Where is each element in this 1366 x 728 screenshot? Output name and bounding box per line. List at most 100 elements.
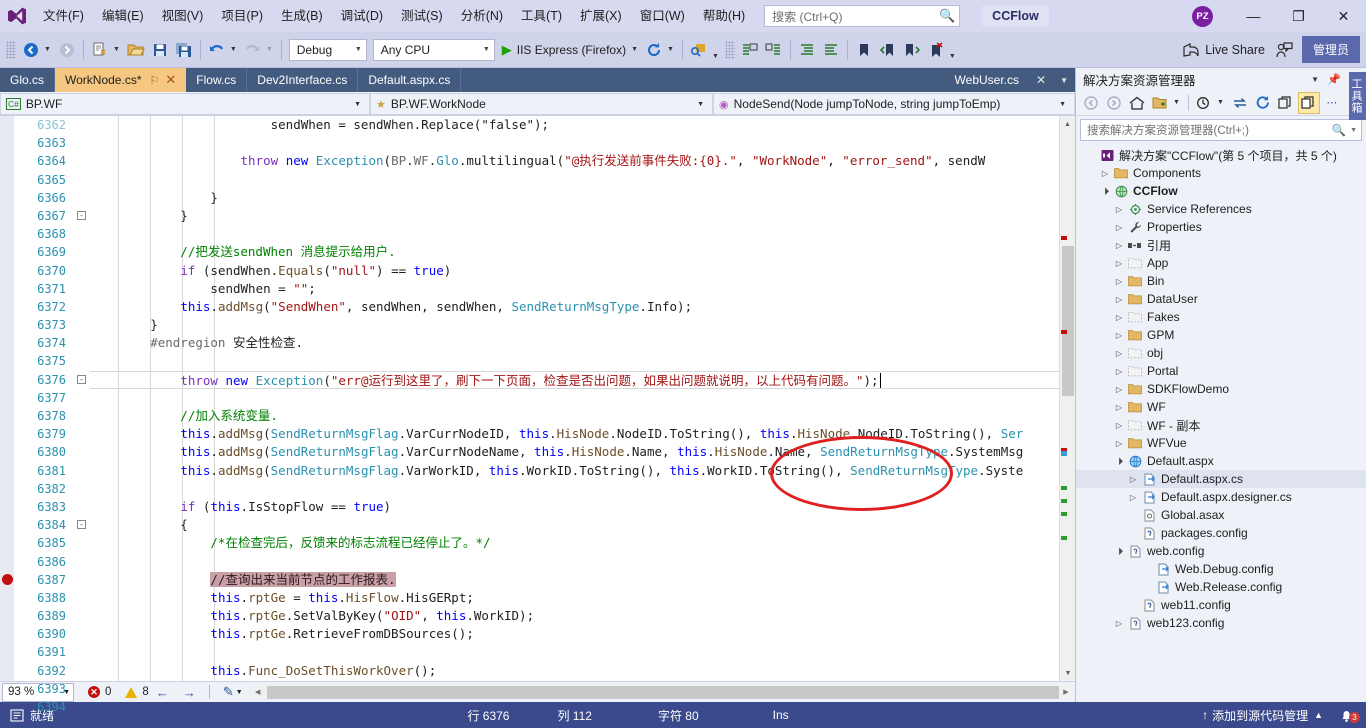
tree-item-wf副本[interactable]: ▷ WF - 副本	[1076, 416, 1366, 434]
code-line[interactable]	[90, 134, 1059, 152]
tree-item-gpm[interactable]: ▷ GPM	[1076, 326, 1366, 344]
source-control-label[interactable]: 添加到源代码管理	[1212, 707, 1312, 724]
menu-item-5[interactable]: 调试(D)	[332, 0, 392, 32]
tab-dev2interfacecs[interactable]: Dev2Interface.cs	[247, 68, 359, 92]
code-line[interactable]	[90, 480, 1059, 498]
minimize-button[interactable]: —	[1231, 0, 1276, 32]
tree-item-properties[interactable]: ▷ Properties	[1076, 218, 1366, 236]
code-line[interactable]: this.rptGe = this.HisFlow.HisGERpt;	[90, 589, 1059, 607]
hot-reload-dropdown-icon[interactable]: ▼	[666, 37, 678, 63]
chevron-right-icon[interactable]: ▷	[1112, 439, 1126, 448]
menu-item-3[interactable]: 项目(P)	[212, 0, 272, 32]
pending-changes-icon[interactable]	[1193, 92, 1215, 114]
chevron-down-icon[interactable]: ◢	[1111, 543, 1127, 559]
tree-item-defaultaspx[interactable]: ◢ Default.aspx	[1076, 452, 1366, 470]
refresh-icon[interactable]	[1252, 92, 1274, 114]
tree-item-webreleaseconfig[interactable]: Web.Release.config	[1076, 578, 1366, 596]
avatar[interactable]: PZ	[1192, 5, 1213, 27]
forward-icon[interactable]	[1103, 92, 1125, 114]
tree-item-obj[interactable]: ▷ obj	[1076, 344, 1366, 362]
close-icon[interactable]: ✕	[165, 72, 176, 88]
solution-explorer-search-input[interactable]: 搜索解决方案资源管理器(Ctrl+;)	[1087, 122, 1332, 138]
close-icon[interactable]: ✕	[1029, 73, 1053, 87]
code-line[interactable]: #endregion 安全性检查.	[90, 334, 1059, 352]
feedback-icon[interactable]	[1272, 37, 1296, 63]
dropdown-icon[interactable]: ▼	[1216, 93, 1228, 113]
start-debug-dropdown-icon[interactable]: ▼	[630, 37, 642, 63]
chevron-right-icon[interactable]: ▷	[1112, 421, 1126, 430]
menu-item-11[interactable]: 帮助(H)	[694, 0, 754, 32]
tree-item-defaultaspxcs[interactable]: ▷ Default.aspx.cs	[1076, 470, 1366, 488]
undo-icon[interactable]	[205, 37, 229, 63]
sync-icon[interactable]	[1229, 92, 1251, 114]
error-count[interactable]: ✕ 0	[88, 686, 111, 698]
chevron-right-icon[interactable]: ▷	[1112, 403, 1126, 412]
uncomment-selection-icon[interactable]	[762, 37, 786, 63]
chevron-right-icon[interactable]: ▷	[1112, 313, 1126, 322]
code-line[interactable]: this.addMsg("SendWhen", sendWhen, sendWh…	[90, 298, 1059, 316]
solution-platform-select[interactable]: Any CPU ▼	[372, 38, 495, 61]
scrollbar-thumb[interactable]	[1062, 246, 1074, 396]
pin-icon[interactable]: 📌	[1323, 73, 1345, 86]
chevron-right-icon[interactable]: ▷	[1112, 295, 1126, 304]
warning-count[interactable]: 8	[125, 686, 149, 698]
chevron-down-icon[interactable]: ◢	[1097, 183, 1113, 199]
redo-icon[interactable]	[241, 37, 265, 63]
toolbar-grip[interactable]	[6, 40, 16, 59]
tab-webuser[interactable]: WebUser.cs	[945, 73, 1029, 87]
code-line[interactable]: this.rptGe.RetrieveFromDBSources();	[90, 625, 1059, 643]
menu-item-1[interactable]: 编辑(E)	[93, 0, 153, 32]
code-line[interactable]	[90, 352, 1059, 370]
tree-item-packagesconfig[interactable]: packages.config	[1076, 524, 1366, 542]
chevron-right-icon[interactable]: ▷	[1126, 475, 1140, 484]
code-line[interactable]	[90, 643, 1059, 661]
comment-selection-icon[interactable]	[738, 37, 762, 63]
tree-item-servicereferences[interactable]: ▷ Service References	[1076, 200, 1366, 218]
chevron-right-icon[interactable]: ▷	[1098, 169, 1112, 178]
tree-item-wfvue[interactable]: ▷ WFVue	[1076, 434, 1366, 452]
outlining-margin[interactable]: - - -	[72, 116, 90, 681]
menu-item-0[interactable]: 文件(F)	[34, 0, 93, 32]
tree-item-fakes[interactable]: ▷ Fakes	[1076, 308, 1366, 326]
solution-explorer-search[interactable]: 搜索解决方案资源管理器(Ctrl+;) 🔍 ▼	[1080, 119, 1362, 141]
tree-item-web11config[interactable]: web11.config	[1076, 596, 1366, 614]
tree-item-globalasax[interactable]: Global.asax	[1076, 506, 1366, 524]
code-line[interactable]: this.rptGe.WFState = WFState.Complete;	[90, 680, 1059, 682]
tree-item-sdkflowdemo[interactable]: ▷ SDKFlowDemo	[1076, 380, 1366, 398]
code-line[interactable]: this.rptGe.SetValByKey("OID", this.WorkI…	[90, 607, 1059, 625]
navbar-project-select[interactable]: C# BP.WF ▼	[0, 93, 370, 115]
undo-dropdown-icon[interactable]: ▼	[229, 37, 241, 63]
chevron-right-icon[interactable]: ▷	[1112, 349, 1126, 358]
bookmark-icon[interactable]	[852, 37, 876, 63]
chevron-right-icon[interactable]: ▷	[1112, 367, 1126, 376]
start-debug-button[interactable]: ▶ IIS Express (Firefox)	[498, 37, 630, 63]
find-in-files-icon[interactable]	[687, 37, 711, 63]
code-line[interactable]	[90, 553, 1059, 571]
code-line[interactable]	[90, 389, 1059, 407]
scroll-left-icon[interactable]: ◀	[251, 688, 265, 696]
chevron-right-icon[interactable]: ▷	[1126, 493, 1140, 502]
home-icon[interactable]	[1126, 92, 1148, 114]
chevron-right-icon[interactable]: ▷	[1112, 205, 1126, 214]
tree-item-portal[interactable]: ▷ Portal	[1076, 362, 1366, 380]
open-file-icon[interactable]	[124, 37, 148, 63]
decrease-indent-icon[interactable]	[819, 37, 843, 63]
breakpoint-margin[interactable]	[0, 116, 14, 681]
chevron-right-icon[interactable]: ▷	[1112, 619, 1126, 628]
back-icon[interactable]	[1080, 92, 1102, 114]
tree-item-ccflow[interactable]: ◢ CCFlow	[1076, 182, 1366, 200]
editor-horizontal-scrollbar[interactable]: ◀ ▶	[250, 685, 1073, 699]
code-line[interactable]: {	[90, 516, 1059, 534]
tree-item-datauser[interactable]: ▷ DataUser	[1076, 290, 1366, 308]
tree-item-app[interactable]: ▷ App	[1076, 254, 1366, 272]
toolbox-vertical-tab[interactable]: 工具箱	[1349, 72, 1366, 120]
collapse-all-icon[interactable]	[1149, 92, 1171, 114]
hot-reload-icon[interactable]	[642, 37, 666, 63]
scroll-down-icon[interactable]: ▼	[1060, 665, 1076, 681]
overflow-icon[interactable]: ⋯	[1321, 92, 1343, 114]
hscrollbar-thumb[interactable]	[266, 685, 1059, 699]
new-file-icon[interactable]	[88, 37, 112, 63]
code-line[interactable]: if (this.IsStopFlow == true)	[90, 498, 1059, 516]
outlining-collapse-icon[interactable]: -	[77, 520, 86, 530]
code-editor[interactable]: 6362 6363 6364 6365 6366 6367 6368 6369 6370 6371…	[0, 116, 1076, 714]
